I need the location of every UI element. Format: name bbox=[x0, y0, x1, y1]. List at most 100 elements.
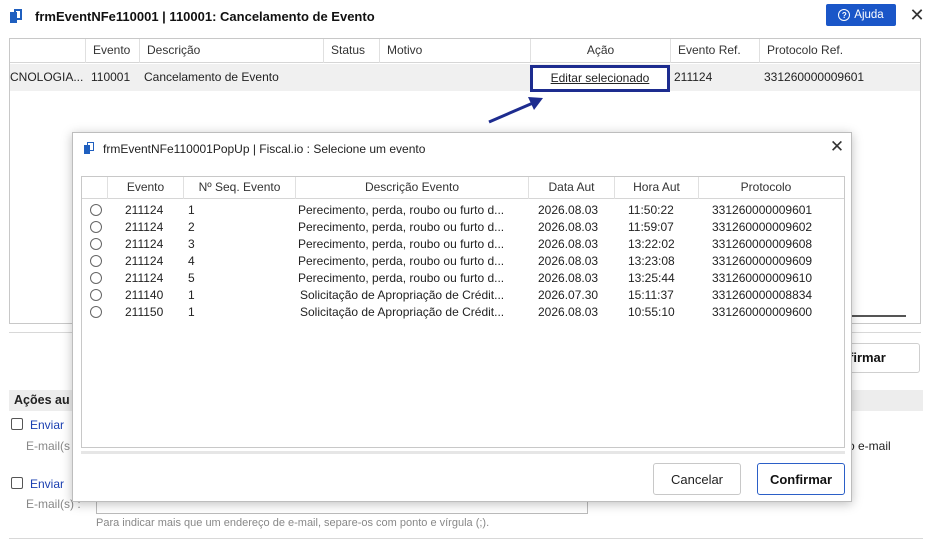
col-hora-aut[interactable]: Hora Aut bbox=[614, 177, 698, 199]
send-label-1[interactable]: Enviar bbox=[30, 418, 64, 432]
radio-select[interactable] bbox=[90, 255, 102, 267]
edit-selected-link[interactable]: Editar selecionado bbox=[530, 65, 670, 92]
cell-descricao: Perecimento, perda, roubo ou furto d... bbox=[298, 254, 505, 268]
email-label-1: E-mail(s bbox=[26, 439, 70, 453]
cell-hora: 13:25:44 bbox=[628, 271, 675, 285]
cell-hora: 10:55:10 bbox=[628, 305, 675, 319]
help-label: Ajuda bbox=[854, 9, 884, 21]
col-status[interactable]: Status bbox=[323, 39, 379, 63]
help-button[interactable]: ? Ajuda bbox=[826, 4, 896, 26]
col-acao[interactable]: Ação bbox=[530, 39, 670, 63]
list-item[interactable]: 211124 4 Perecimento, perda, roubo ou fu… bbox=[82, 253, 844, 270]
cell-evento: 211124 bbox=[125, 254, 164, 268]
cell-descricao: Cancelamento de Evento bbox=[144, 70, 279, 84]
list-item[interactable]: 211124 1 Perecimento, perda, roubo ou fu… bbox=[82, 202, 844, 219]
cell-descricao: Perecimento, perda, roubo ou furto d... bbox=[298, 203, 505, 217]
col-evento[interactable]: Evento bbox=[85, 39, 143, 63]
list-item[interactable]: 211140 1 Solicitação de Apropriação de C… bbox=[82, 287, 844, 304]
cell-hora: 11:59:07 bbox=[628, 220, 674, 234]
cell-descricao: Perecimento, perda, roubo ou furto d... bbox=[298, 271, 505, 285]
radio-select[interactable] bbox=[90, 289, 102, 301]
list-item[interactable]: 211124 3 Perecimento, perda, roubo ou fu… bbox=[82, 236, 844, 253]
cell-seq: 1 bbox=[188, 288, 195, 302]
cell-seq: 5 bbox=[188, 271, 195, 285]
cell-hora: 15:11:37 bbox=[628, 288, 674, 302]
cell-protocolo: 331260000008834 bbox=[712, 288, 813, 302]
radio-select[interactable] bbox=[90, 204, 102, 216]
cell-evento: 211124 bbox=[125, 220, 164, 234]
cell-data: 2026.08.03 bbox=[538, 220, 599, 234]
radio-select[interactable] bbox=[90, 272, 102, 284]
cell-seq: 3 bbox=[188, 237, 195, 251]
cell-protocolo: 331260000009610 bbox=[712, 271, 813, 285]
cell-protocolo: 331260000009601 bbox=[712, 203, 813, 217]
app-icon bbox=[10, 9, 24, 23]
cell-data: 2026.08.03 bbox=[538, 271, 599, 285]
cell-data: 2026.07.30 bbox=[538, 288, 599, 302]
cell-protocolo-ref: 331260000009601 bbox=[764, 70, 865, 84]
cell-protocolo: 331260000009600 bbox=[712, 305, 813, 319]
col-protocolo[interactable]: Protocolo bbox=[698, 177, 833, 199]
send-checkbox-1[interactable] bbox=[11, 418, 23, 430]
email-label-right: o e-mail bbox=[848, 439, 891, 453]
col-descricao-evento[interactable]: Descrição Evento bbox=[295, 177, 528, 199]
send-label-2[interactable]: Enviar bbox=[30, 477, 64, 491]
dialog-title: frmEventNFe110001PopUp | Fiscal.io : Sel… bbox=[103, 142, 426, 156]
cell-descricao: Solicitação de Apropriação de Crédit... bbox=[300, 288, 505, 302]
list-item[interactable]: 211124 2 Perecimento, perda, roubo ou fu… bbox=[82, 219, 844, 236]
cell-evento: 110001 bbox=[91, 70, 131, 84]
section-title: Ações au bbox=[14, 393, 70, 407]
radio-select[interactable] bbox=[90, 221, 102, 233]
popup-grid-scrollbar[interactable] bbox=[81, 451, 845, 454]
popup-grid-header: Evento Nº Seq. Evento Descrição Evento D… bbox=[82, 177, 844, 199]
cell-evento: 211124 bbox=[125, 271, 164, 285]
radio-select[interactable] bbox=[90, 306, 102, 318]
help-icon: ? bbox=[838, 9, 851, 21]
col-seq-evento[interactable]: Nº Seq. Evento bbox=[183, 177, 295, 199]
annotation-arrow-icon bbox=[488, 97, 543, 124]
cell-evento: 211150 bbox=[125, 305, 164, 319]
cell-hora: 13:22:02 bbox=[628, 237, 675, 251]
cell-evento-ref: 211124 bbox=[674, 70, 713, 84]
divider bbox=[9, 538, 923, 539]
cell-protocolo: 331260000009608 bbox=[712, 237, 813, 251]
cell-seq: 1 bbox=[188, 305, 195, 319]
cell-protocolo: 331260000009609 bbox=[712, 254, 813, 268]
col-data-aut[interactable]: Data Aut bbox=[528, 177, 614, 199]
cell-data: 2026.08.03 bbox=[538, 305, 599, 319]
confirm-button[interactable]: Confirmar bbox=[757, 463, 845, 495]
cell-protocolo: 331260000009602 bbox=[712, 220, 813, 234]
cell-data: 2026.08.03 bbox=[538, 254, 599, 268]
col-evento[interactable]: Evento bbox=[107, 177, 183, 199]
list-item[interactable]: 211124 5 Perecimento, perda, roubo ou fu… bbox=[82, 270, 844, 287]
popup-events-grid: Evento Nº Seq. Evento Descrição Evento D… bbox=[81, 176, 845, 448]
cell-evento: 211124 bbox=[125, 203, 164, 217]
close-window-icon[interactable]: ✕ bbox=[906, 5, 928, 27]
cell-hora: 11:50:22 bbox=[628, 203, 674, 217]
app-icon bbox=[84, 142, 96, 154]
cell-descricao: Perecimento, perda, roubo ou furto d... bbox=[298, 237, 505, 251]
close-dialog-icon[interactable]: ✕ bbox=[827, 137, 847, 157]
select-event-dialog: frmEventNFe110001PopUp | Fiscal.io : Sel… bbox=[72, 132, 852, 502]
cell-evento: 211124 bbox=[125, 237, 164, 251]
cell-seq: 4 bbox=[188, 254, 195, 268]
col-protocolo-ref[interactable]: Protocolo Ref. bbox=[759, 39, 920, 63]
col-motivo[interactable]: Motivo bbox=[379, 39, 530, 63]
table-row[interactable]: CNOLOGIA... 110001 Cancelamento de Event… bbox=[10, 64, 920, 91]
col-evento-ref[interactable]: Evento Ref. bbox=[670, 39, 760, 63]
cell-hora: 13:23:08 bbox=[628, 254, 675, 268]
cell-seq: 1 bbox=[188, 203, 195, 217]
col-descricao[interactable]: Descrição bbox=[139, 39, 324, 63]
radio-select[interactable] bbox=[90, 238, 102, 250]
window-titlebar: frmEventNFe110001 | 110001: Cancelamento… bbox=[0, 0, 934, 32]
cancel-button[interactable]: Cancelar bbox=[653, 463, 741, 495]
cell-entity: CNOLOGIA... bbox=[10, 70, 84, 84]
grid-scrollbar[interactable] bbox=[850, 315, 906, 317]
list-item[interactable]: 211150 1 Solicitação de Apropriação de C… bbox=[82, 304, 844, 321]
email-hint: Para indicar mais que um endereço de e-m… bbox=[96, 517, 490, 529]
cell-data: 2026.08.03 bbox=[538, 203, 599, 217]
cell-data: 2026.08.03 bbox=[538, 237, 599, 251]
window-title: frmEventNFe110001 | 110001: Cancelamento… bbox=[35, 9, 375, 24]
cell-seq: 2 bbox=[188, 220, 195, 234]
send-checkbox-2[interactable] bbox=[11, 477, 23, 489]
